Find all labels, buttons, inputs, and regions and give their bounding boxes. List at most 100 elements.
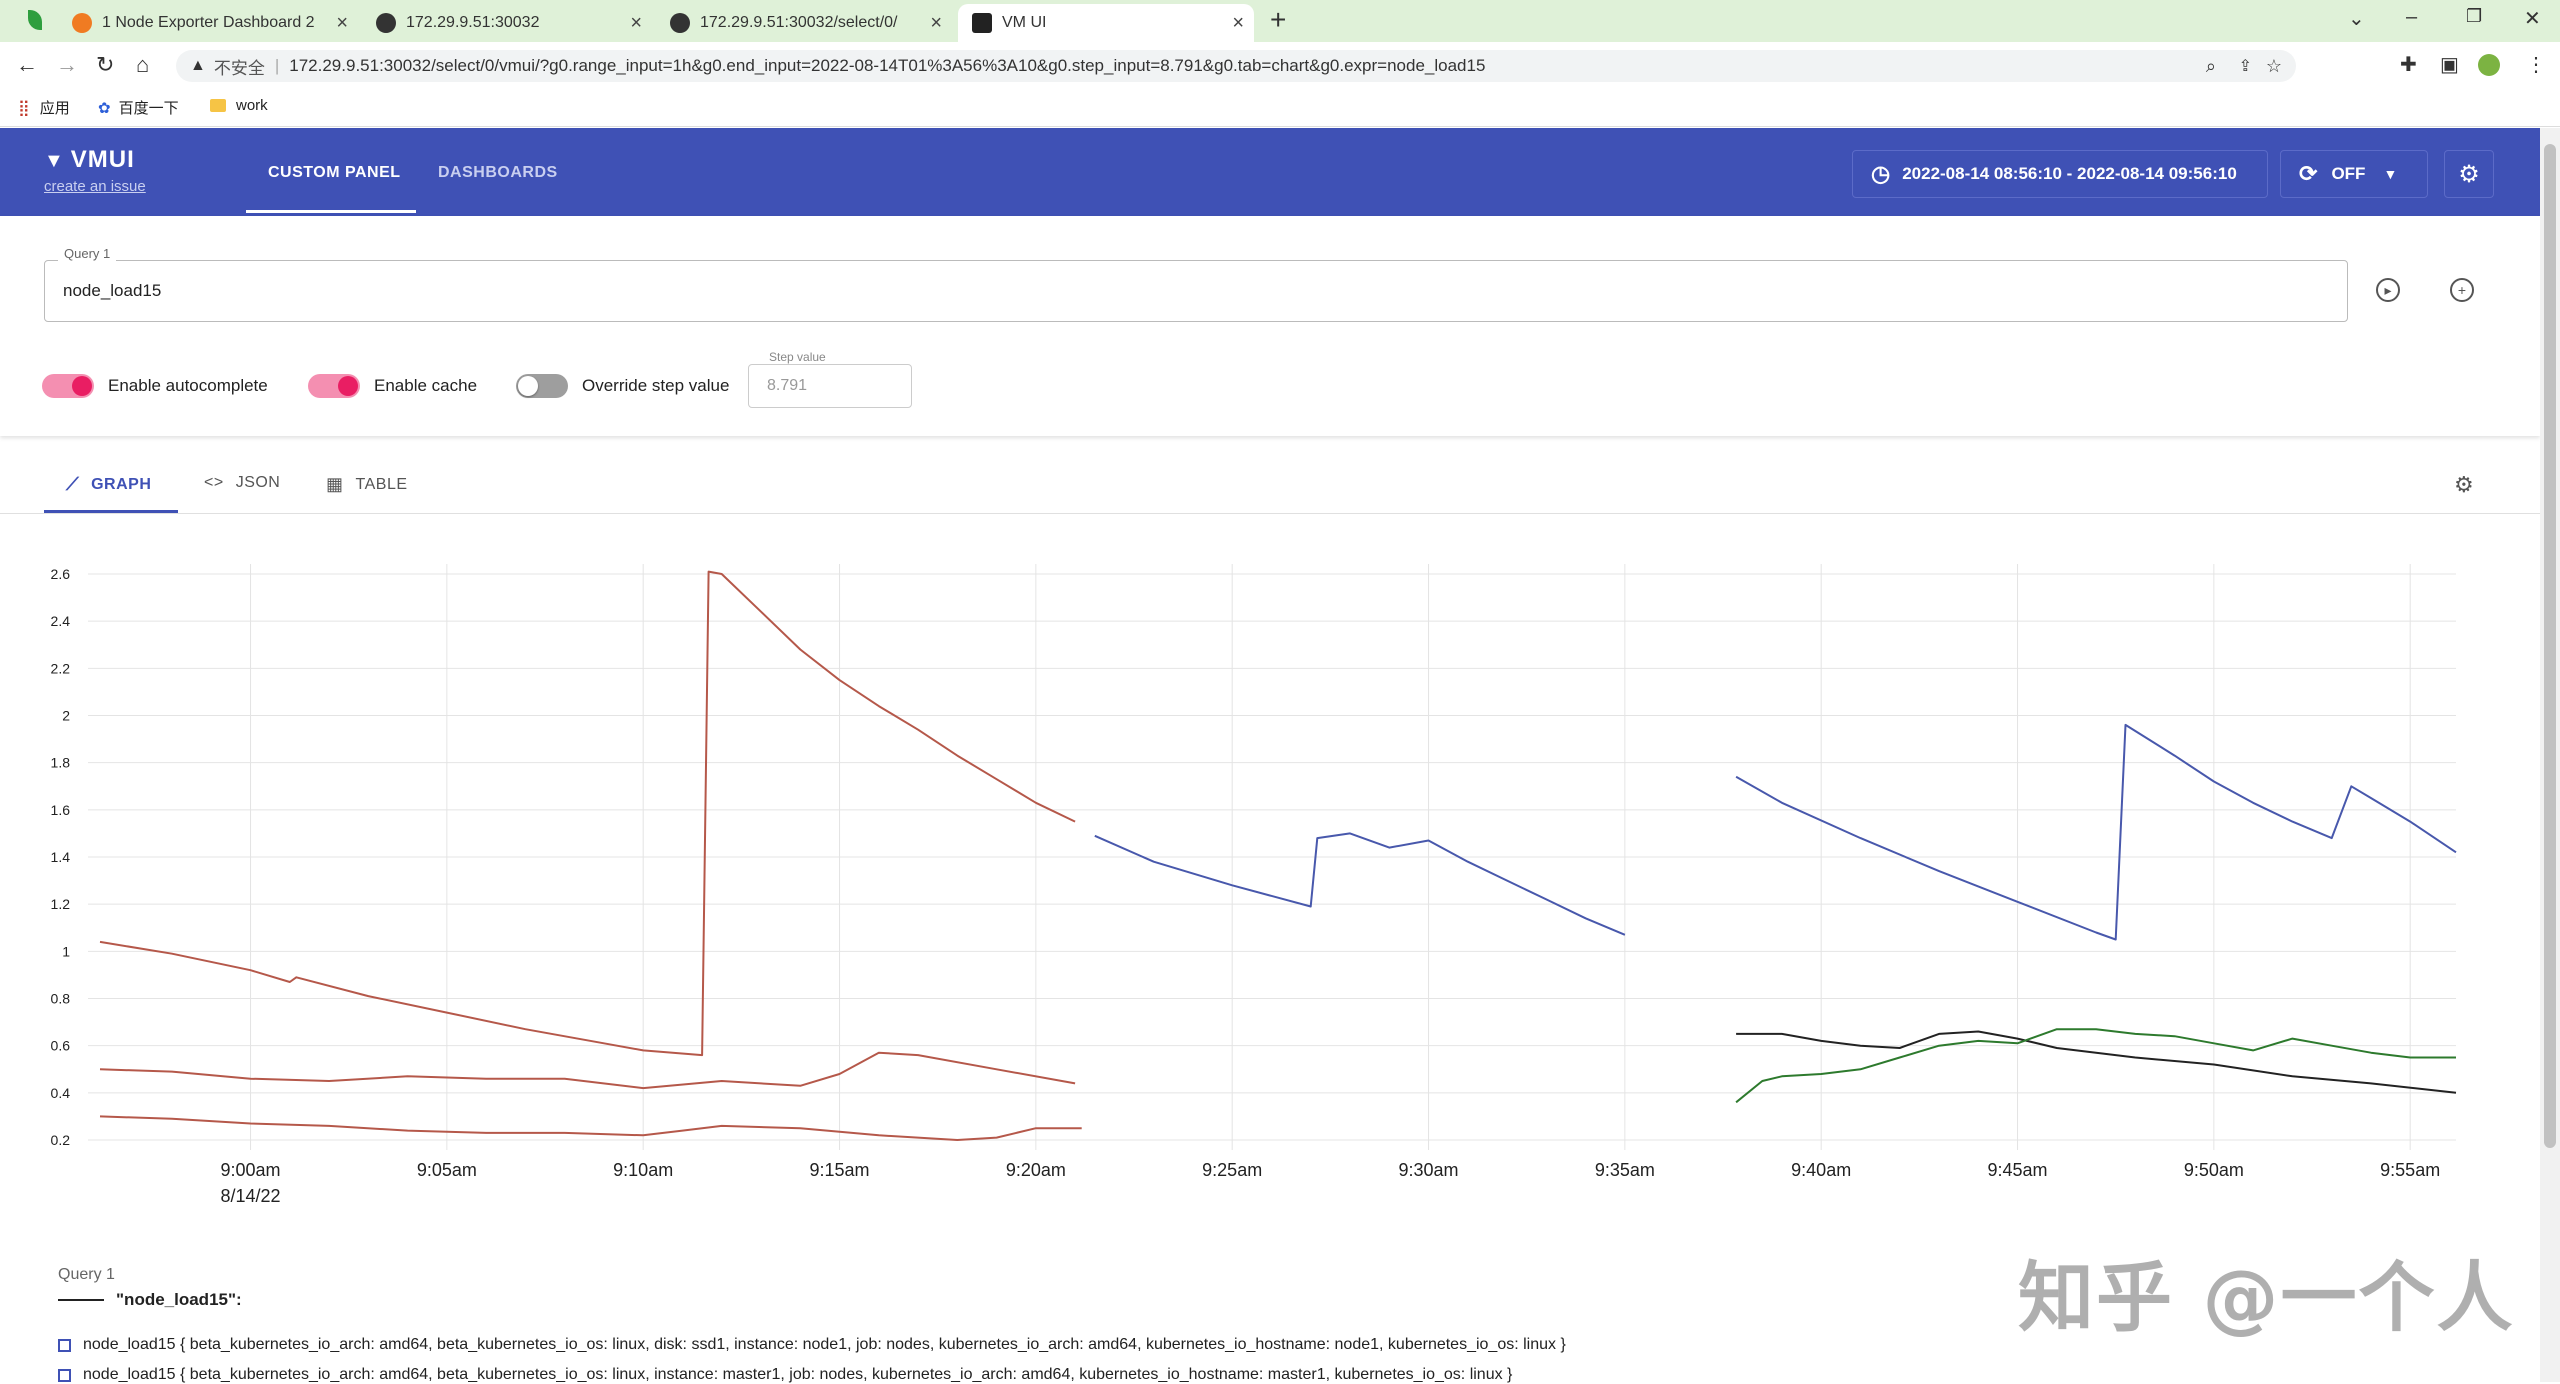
bookmark-star-icon[interactable]: ☆ [2266,56,2282,77]
series-line[interactable] [1735,1028,2456,1104]
restore-icon[interactable]: ❐ [2466,6,2482,27]
y-tick-label: 0.4 [51,1085,71,1101]
series-line[interactable] [99,1115,1082,1141]
query-input[interactable]: node_load15 [44,260,2348,322]
y-tick-label: 1 [62,943,70,959]
add-query-button[interactable]: + [2450,278,2474,302]
grafana-icon [72,13,92,33]
series-line[interactable] [1736,1030,2457,1094]
legend-item[interactable]: node_load15 { beta_kubernetes_io_arch: a… [58,1366,1512,1384]
home-icon[interactable]: ⌂ [136,52,149,78]
y-tick-label: 1.6 [51,802,71,818]
vm-logo-icon [972,13,992,33]
y-tick-label: 0.2 [51,1132,71,1148]
browser-tab-1[interactable]: 1 Node Exporter Dashboard 2 × [58,4,358,42]
y-tick-label: 2 [62,708,70,724]
settings-button[interactable]: ⚙ [2444,150,2494,198]
reload-icon[interactable]: ↻ [96,52,114,78]
x-tick-label: 9:20am [1006,1160,1066,1180]
tab-search-icon[interactable]: ⌄ [2348,6,2365,31]
minimize-icon[interactable]: – [2406,6,2417,29]
y-tick-label: 0.8 [51,991,71,1007]
scrollbar-thumb[interactable] [2544,144,2556,1148]
x-tick-label: 9:30am [1398,1160,1458,1180]
x-tick-label: 9:05am [417,1160,477,1180]
extensions-icon[interactable]: ✚ [2400,52,2417,77]
time-range-button[interactable]: ◷ 2022-08-14 08:56:10 - 2022-08-14 09:56… [1852,150,2268,198]
tab-table[interactable]: ▦ TABLE [326,474,408,495]
create-issue-link[interactable]: create an issue [44,178,146,195]
browser-tab-3[interactable]: 172.29.9.51:30032/select/0/ × [656,4,952,42]
line-chart-icon: ⟋ [66,474,80,494]
series-line[interactable] [1094,832,1626,936]
close-tab-icon[interactable]: × [1232,12,1244,35]
series-line[interactable] [99,1051,1076,1090]
nav-custom-panel[interactable]: CUSTOM PANEL [268,164,401,182]
step-value-input[interactable]: 8.791 [748,364,912,408]
legend-checkbox[interactable] [58,1368,71,1382]
menu-dots-icon[interactable]: ⋮ [2526,52,2546,77]
share-icon[interactable]: ⇪ [2239,56,2252,76]
override-step-toggle[interactable] [516,374,568,398]
plus-icon: + [2457,282,2467,298]
warning-icon: ▲ [190,57,206,74]
graph-settings-icon[interactable]: ⚙ [2454,472,2474,498]
step-value-label: Step value [766,350,829,364]
autocomplete-toggle[interactable] [42,374,94,398]
folder-icon [210,99,226,112]
y-tick-label: 2.2 [51,660,71,676]
chart-series [99,570,2457,1141]
override-step-label: Override step value [582,376,730,395]
toggle-knob [518,376,538,396]
x-axis-ticks: 9:00am 9:05am 9:10am 9:15am 9:20am 9:25am 9:30… [220,1160,2440,1180]
series-line[interactable] [99,570,1076,1057]
chevron-down-icon: ▼ [2383,166,2398,182]
browser-tab-4-active[interactable]: VM UI × [958,4,1254,42]
browser-tab-2[interactable]: 172.29.9.51:30032 × [362,4,652,42]
url-text[interactable]: 172.29.9.51:30032/select/0/vmui/?g0.rang… [289,56,1485,76]
bookmark-work-folder[interactable]: work [210,97,268,114]
new-tab-icon[interactable]: + [1270,4,1286,36]
legend-checkbox[interactable] [58,1338,71,1352]
vmui-logo[interactable]: ▼ VMUI [44,146,135,174]
close-tab-icon[interactable]: × [630,12,642,35]
legend-item[interactable]: node_load15 { beta_kubernetes_io_arch: a… [58,1336,1566,1354]
cache-label: Enable cache [374,376,478,395]
table-icon: ▦ [326,474,344,494]
x-tick-label: 9:00am [220,1160,280,1180]
bookmarks-bar: ⣿ 应用 ✿ 百度一下 work [0,88,2560,127]
x-tick-label: 9:35am [1595,1160,1655,1180]
x-tick-label: 9:15am [809,1160,869,1180]
address-bar[interactable]: ▲ 不安全 | 172.29.9.51:30032/select/0/vmui/… [176,50,2296,82]
back-icon[interactable]: ← [16,52,38,78]
x-tick-label: 9:40am [1791,1160,1851,1180]
tab-graph[interactable]: ⟋ GRAPH [66,474,151,495]
close-tab-icon[interactable]: × [930,12,942,35]
query-label: Query 1 [58,246,117,261]
forward-icon[interactable]: → [56,52,78,78]
nav-active-indicator [246,210,416,213]
sidebar-icon[interactable]: ▣ [2440,52,2459,77]
paw-icon: ✿ [98,99,111,117]
nav-dashboards[interactable]: DASHBOARDS [438,164,558,182]
zoom-icon[interactable]: ⌕ [2206,56,2216,77]
auto-refresh-button[interactable]: ⟳ OFF ▼ [2280,150,2428,198]
series-line[interactable] [1735,723,2457,941]
load-chart[interactable]: 0.2 0.4 0.6 0.8 1 1.2 1.4 1.6 1.8 2 2.2 2.4 2.6 9:00… [0,550,2520,1230]
bookmark-apps[interactable]: ⣿ 应用 [18,97,70,118]
y-tick-label: 1.2 [51,896,71,912]
x-tick-label: 9:25am [1202,1160,1262,1180]
legend-query-label: Query 1 [58,1266,115,1283]
tab-json[interactable]: <> JSON [204,474,280,492]
tabs-divider [0,513,2540,514]
refresh-icon: ⟳ [2299,161,2318,186]
close-window-icon[interactable]: ✕ [2524,6,2541,31]
cache-toggle[interactable] [308,374,360,398]
y-tick-label: 0.6 [51,1038,71,1054]
execute-query-button[interactable]: ▸ [2376,278,2400,302]
profile-avatar[interactable] [2478,54,2500,76]
x-tick-label: 9:10am [613,1160,673,1180]
toggle-knob [72,376,92,396]
close-tab-icon[interactable]: × [336,12,348,35]
bookmark-baidu[interactable]: ✿ 百度一下 [98,97,179,118]
